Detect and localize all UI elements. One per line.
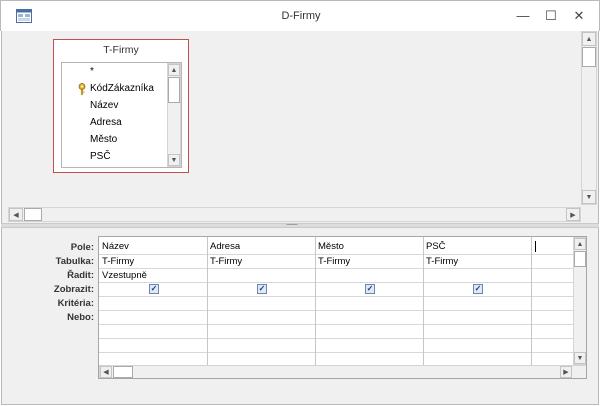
window-title: D-Firmy	[281, 10, 321, 22]
upper-horizontal-scrollbar[interactable]: ◀ ▶	[8, 207, 581, 222]
title-bar: D-Firmy — ☐ ✕	[0, 0, 600, 31]
scroll-thumb[interactable]	[574, 251, 586, 267]
field-list-item[interactable]: PSČ	[90, 151, 111, 162]
scroll-up-button[interactable]: ▲	[168, 64, 180, 76]
scroll-thumb[interactable]	[24, 208, 42, 221]
row-label-criteria: Kritéria:	[57, 298, 94, 309]
close-button[interactable]: ✕	[568, 7, 590, 25]
show-checkbox[interactable]: ✓	[365, 284, 375, 294]
scroll-down-button[interactable]: ▼	[582, 190, 596, 204]
maximize-button[interactable]: ☐	[540, 7, 562, 25]
query-grid-pane: Pole: Tabulka: Řadit: Zobrazit: Kritéria…	[1, 228, 599, 405]
grid-cell-table[interactable]: T-Firmy	[102, 256, 134, 267]
field-list-item[interactable]: *	[90, 66, 94, 77]
row-label-sort: Řadit:	[67, 270, 94, 281]
grid-cell-field[interactable]: PSČ	[426, 241, 446, 252]
show-checkbox[interactable]: ✓	[257, 284, 267, 294]
field-list-item[interactable]: Adresa	[90, 117, 122, 128]
scroll-left-button[interactable]: ◀	[9, 208, 23, 221]
row-label-show: Zobrazit:	[53, 284, 94, 295]
table-box-title[interactable]: T-Firmy	[54, 44, 188, 56]
row-label-or: Nebo:	[67, 312, 94, 323]
scroll-thumb[interactable]	[113, 366, 133, 378]
show-checkbox[interactable]: ✓	[149, 284, 159, 294]
table-design-pane: T-Firmy * KódZákazníka Název Adresa Měst…	[1, 31, 599, 223]
grid-cell-table[interactable]: T-Firmy	[210, 256, 242, 267]
grid-cell-field[interactable]: Adresa	[210, 241, 240, 252]
field-list-scrollbar[interactable]: ▲ ▼	[167, 63, 181, 167]
scroll-up-button[interactable]: ▲	[574, 238, 586, 250]
field-list-item[interactable]: Název	[90, 100, 118, 111]
upper-vertical-scrollbar[interactable]: ▲ ▼	[581, 31, 597, 205]
grid-vertical-scrollbar[interactable]: ▲ ▼	[573, 237, 586, 365]
row-label-table: Tabulka:	[55, 256, 94, 267]
scroll-down-button[interactable]: ▼	[168, 154, 180, 166]
query-design-grid[interactable]: Název T-Firmy Vzestupně ✓ Adresa T-Firmy…	[98, 236, 587, 379]
scroll-right-button[interactable]: ▶	[560, 366, 572, 378]
grid-cell-field[interactable]: Název	[102, 241, 129, 252]
scroll-left-button[interactable]: ◀	[100, 366, 112, 378]
row-label-field: Pole:	[70, 242, 94, 253]
grid-cell-table[interactable]: T-Firmy	[426, 256, 458, 267]
scroll-down-button[interactable]: ▼	[574, 352, 586, 364]
grid-cell-sort[interactable]: Vzestupně	[102, 270, 147, 281]
scroll-up-button[interactable]: ▲	[582, 32, 596, 46]
field-list-item[interactable]: KódZákazníka	[90, 83, 154, 94]
grid-cell-table[interactable]: T-Firmy	[318, 256, 350, 267]
primary-key-icon	[78, 83, 86, 95]
field-list-item[interactable]: Město	[90, 134, 117, 145]
field-list[interactable]: * KódZákazníka Název Adresa Město PSČ ▲ …	[61, 62, 182, 168]
grid-cell-field[interactable]: Město	[318, 241, 344, 252]
scroll-right-button[interactable]: ▶	[566, 208, 580, 221]
scroll-thumb[interactable]	[168, 77, 180, 103]
text-cursor	[535, 241, 536, 252]
splitter-grip-icon[interactable]: ••••••••••	[286, 224, 316, 227]
table-box-t-firmy[interactable]: T-Firmy * KódZákazníka Název Adresa Měst…	[53, 39, 189, 173]
scroll-thumb[interactable]	[582, 47, 596, 67]
minimize-button[interactable]: —	[512, 7, 534, 25]
show-checkbox[interactable]: ✓	[473, 284, 483, 294]
grid-horizontal-scrollbar[interactable]: ◀ ▶	[99, 365, 586, 378]
